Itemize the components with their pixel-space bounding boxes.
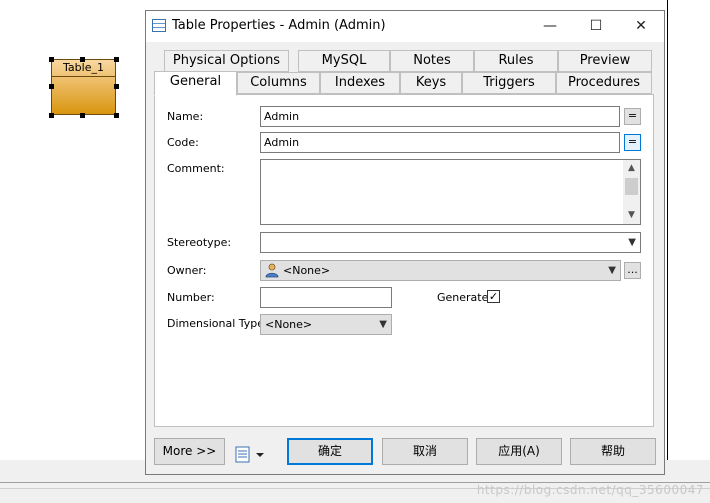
watermark: https://blog.csdn.net/qq_35600047 (476, 483, 704, 497)
number-input[interactable] (260, 287, 392, 308)
dimensional-type-value: <None> (265, 318, 313, 331)
help-button[interactable]: 帮助 (570, 438, 656, 465)
owner-browse-button[interactable]: ... (624, 262, 641, 279)
cancel-button[interactable]: 取消 (382, 438, 468, 465)
table-symbol[interactable]: Table_1 (51, 59, 116, 115)
scroll-up-icon[interactable]: ▲ (623, 160, 640, 177)
stereotype-combo[interactable]: ▼ (260, 232, 641, 253)
minimize-button[interactable]: — (527, 11, 573, 41)
tab-physical-options[interactable]: Physical Options (164, 50, 289, 72)
dimensional-type-label: Dimensional Type: (167, 317, 268, 330)
scroll-thumb[interactable] (625, 178, 638, 195)
name-label: Name: (167, 110, 204, 123)
resize-handle[interactable] (114, 57, 119, 62)
chevron-down-icon: ▼ (608, 265, 616, 276)
name-equals-button[interactable]: = (624, 108, 641, 125)
resize-handle[interactable] (49, 84, 54, 89)
tab-notes[interactable]: Notes (390, 50, 474, 72)
comment-textarea[interactable]: ▲ ▼ (260, 159, 641, 225)
menu-dropdown-icon[interactable] (235, 445, 271, 465)
tab-columns[interactable]: Columns (237, 72, 320, 94)
comment-label: Comment: (167, 162, 225, 175)
scroll-down-icon[interactable]: ▼ (623, 207, 640, 224)
chevron-down-icon: ▼ (628, 237, 636, 248)
dialog-title: Table Properties - Admin (Admin) (172, 18, 386, 33)
number-label: Number: (167, 291, 215, 304)
more-button[interactable]: More >> (154, 438, 225, 465)
tab-preview[interactable]: Preview (558, 50, 652, 72)
tab-triggers[interactable]: Triggers (462, 72, 556, 94)
table-symbol-label: Table_1 (52, 60, 115, 77)
resize-handle[interactable] (49, 57, 54, 62)
chevron-down-icon: ▼ (379, 319, 387, 330)
tab-rules[interactable]: Rules (474, 50, 558, 72)
code-input[interactable]: Admin (260, 132, 620, 153)
resize-handle[interactable] (80, 113, 85, 118)
table-icon (152, 19, 166, 32)
title-bar[interactable]: Table Properties - Admin (Admin) — ☐ ✕ (146, 11, 664, 42)
canvas-divider (667, 0, 668, 460)
tab-indexes[interactable]: Indexes (320, 72, 400, 94)
code-equals-button[interactable]: = (624, 134, 641, 151)
close-button[interactable]: ✕ (618, 11, 664, 41)
table-properties-dialog: Table Properties - Admin (Admin) — ☐ ✕ P… (145, 10, 665, 475)
code-label: Code: (167, 136, 199, 149)
maximize-button[interactable]: ☐ (573, 11, 619, 41)
owner-label: Owner: (167, 264, 207, 277)
owner-value: <None> (283, 264, 331, 277)
resize-handle[interactable] (49, 113, 54, 118)
tab-mysql[interactable]: MySQL (298, 50, 390, 72)
comment-scrollbar[interactable]: ▲ ▼ (623, 160, 640, 224)
resize-handle[interactable] (80, 57, 85, 62)
dimensional-type-combo[interactable]: <None> ▼ (260, 314, 392, 335)
tab-procedures[interactable]: Procedures (556, 72, 652, 94)
generate-label: Generate: (437, 291, 493, 304)
tab-general[interactable]: General (154, 71, 237, 96)
stereotype-label: Stereotype: (167, 236, 232, 249)
generate-checkbox[interactable]: ✓ (487, 290, 500, 303)
owner-combo[interactable]: <None> ▼ (260, 260, 621, 281)
general-panel: Name: Admin = Code: Admin = Comment: ▲ ▼… (154, 94, 654, 427)
name-input[interactable]: Admin (260, 106, 620, 127)
user-icon (265, 263, 279, 278)
resize-handle[interactable] (114, 84, 119, 89)
ok-button[interactable]: 确定 (287, 438, 373, 465)
apply-button[interactable]: 应用(A) (476, 438, 562, 465)
resize-handle[interactable] (114, 113, 119, 118)
tab-keys[interactable]: Keys (400, 72, 462, 94)
